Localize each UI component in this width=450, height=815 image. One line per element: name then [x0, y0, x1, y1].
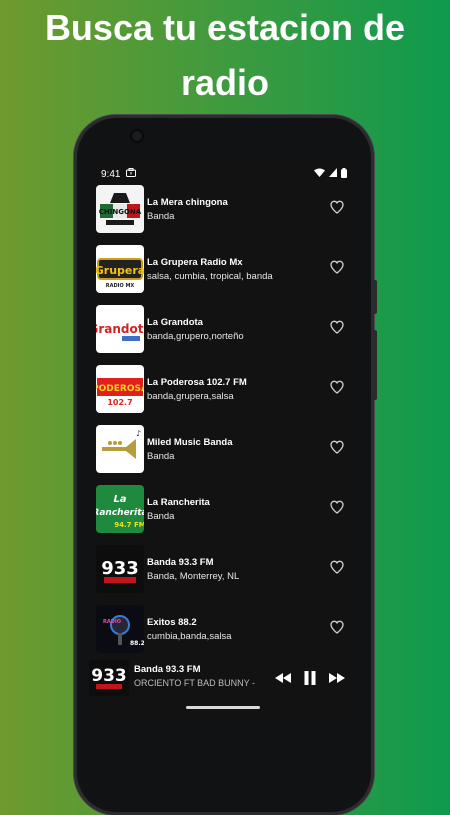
fast-forward-icon — [329, 673, 345, 683]
station-item[interactable]: 933 Banda 93.3 FM Banda, Monterrey, NL — [89, 543, 357, 603]
svg-text:Grandota: Grandota — [96, 322, 144, 336]
player-logo-text: 933 — [91, 666, 127, 686]
svg-text:PODEROSA: PODEROSA — [96, 384, 144, 394]
station-name: Miled Music Banda — [147, 437, 233, 448]
station-genre: Banda — [147, 451, 175, 462]
station-genre: banda,grupera,salsa — [147, 391, 234, 402]
station-name: La Grandota — [147, 317, 203, 328]
station-name: La Mera chingona — [147, 197, 228, 208]
station-genre: Banda, Monterrey, NL — [147, 571, 240, 582]
la-mera-chingona-logo: CHINGONA — [96, 185, 144, 233]
home-indicator[interactable] — [186, 706, 260, 709]
player-track-title: ORCIENTO FT BAD BUNNY - FR — [134, 678, 256, 688]
station-name: Banda 93.3 FM — [147, 557, 214, 568]
banda-933-logo: 933 — [96, 545, 144, 593]
station-name: La Poderosa 102.7 FM — [147, 377, 247, 388]
rewind-button[interactable] — [274, 669, 292, 687]
svg-text:Grupera: Grupera — [96, 264, 144, 277]
signal-icon — [329, 168, 337, 180]
station-item[interactable]: Grupera RADIO MX La Grupera Radio Mx salsa,… — [89, 243, 357, 303]
la-grandota-logo: Grandota — [96, 305, 144, 353]
station-item[interactable]: PODEROSA 102.7 La Poderosa 102.7 FM banda,… — [89, 363, 357, 423]
station-item[interactable]: CHINGONA La Mera chingona Banda — [89, 183, 357, 243]
fast-forward-button[interactable] — [328, 669, 346, 687]
station-genre: banda,grupero,norteño — [147, 331, 244, 342]
mini-player[interactable]: 933 Banda 93.3 FM ORCIENTO FT BAD BUNNY … — [89, 660, 357, 696]
favorite-heart-icon[interactable] — [329, 259, 345, 275]
pause-icon — [304, 671, 316, 685]
station-item[interactable]: La Rancherita 94.7 FM La Rancherita Banda — [89, 483, 357, 543]
svg-text:La: La — [113, 494, 126, 505]
svg-text:CHINGONA: CHINGONA — [99, 208, 142, 216]
status-time: 9:41 — [101, 168, 121, 180]
station-name: La Rancherita — [147, 497, 210, 508]
station-genre: Banda — [147, 511, 175, 522]
la-grupera-logo: Grupera RADIO MX — [96, 245, 144, 293]
la-poderosa-logo: PODEROSA 102.7 — [96, 365, 144, 413]
favorite-heart-icon[interactable] — [329, 199, 345, 215]
station-item[interactable]: ♪ Miled Music Banda Banda — [89, 423, 357, 483]
rewind-icon — [275, 673, 291, 683]
favorite-heart-icon[interactable] — [329, 439, 345, 455]
station-name: Exitos 88.2 — [147, 617, 197, 628]
svg-text:88.2: 88.2 — [130, 640, 144, 647]
svg-text:RADIO: RADIO — [103, 619, 121, 625]
station-name: La Grupera Radio Mx — [147, 257, 243, 268]
wifi-icon — [314, 168, 325, 180]
la-rancherita-logo: La Rancherita 94.7 FM — [96, 485, 144, 533]
briefcase-icon — [126, 168, 137, 180]
station-list[interactable]: CHINGONA La Mera chingona Banda Grupera RADI… — [89, 183, 357, 663]
headline: Busca tu estacion de radio — [44, 7, 406, 103]
svg-text:RADIO MX: RADIO MX — [106, 283, 135, 289]
trumpet-logo: ♪ — [96, 425, 144, 473]
station-genre: salsa, cumbia, tropical, banda — [147, 271, 273, 282]
station-genre: cumbia,banda,salsa — [147, 631, 232, 642]
pause-button[interactable] — [301, 669, 319, 687]
favorite-heart-icon[interactable] — [329, 559, 345, 575]
player-station-name: Banda 93.3 FM — [134, 664, 201, 675]
battery-icon — [341, 167, 347, 181]
front-camera — [132, 131, 142, 141]
svg-text:♪: ♪ — [136, 429, 141, 438]
favorite-heart-icon[interactable] — [329, 319, 345, 335]
app-screen: 9:41 CHINGONA La Mera chingona Banda Gruper… — [89, 165, 357, 720]
status-bar: 9:41 — [89, 165, 357, 183]
svg-text:94.7 FM: 94.7 FM — [114, 521, 144, 529]
favorite-heart-icon[interactable] — [329, 379, 345, 395]
svg-text:933: 933 — [101, 558, 139, 579]
banda-933-player-logo: 933 — [89, 660, 129, 696]
station-genre: Banda — [147, 211, 175, 222]
favorite-heart-icon[interactable] — [329, 499, 345, 515]
svg-text:Rancherita: Rancherita — [96, 508, 144, 518]
favorite-heart-icon[interactable] — [329, 619, 345, 635]
volume-button — [373, 280, 377, 314]
station-item[interactable]: GrandotaLa Grandota banda,grupero,norteño — [89, 303, 357, 363]
svg-text:102.7: 102.7 — [107, 398, 132, 407]
power-button — [373, 330, 377, 400]
exitos-882-logo: RADIO 88.2 — [96, 605, 144, 653]
station-item[interactable]: RADIO 88.2 Exitos 88.2 cumbia,banda,salsa — [89, 603, 357, 663]
